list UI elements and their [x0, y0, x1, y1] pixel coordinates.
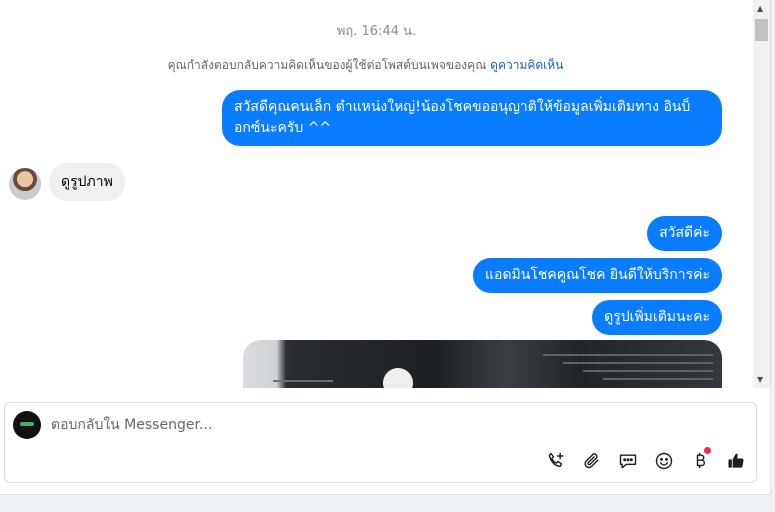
message-bubble-outgoing[interactable]: สวัสดีค่ะ	[647, 216, 722, 251]
smiley-icon[interactable]	[652, 449, 676, 473]
message-timestamp: พฤ. 16:44 น.	[336, 24, 417, 39]
scroll-up-icon[interactable]: ▲	[757, 4, 763, 13]
reply-input[interactable]	[51, 413, 651, 437]
chat-bubble-icon[interactable]	[616, 449, 640, 473]
message-text: สวัสดีค่ะ	[659, 225, 710, 241]
reply-composer	[4, 402, 757, 483]
phone-plus-icon[interactable]	[544, 449, 568, 473]
notice-text: คุณกำลังตอบกลับความคิดเห็นของผู้ใช้ต่อโพ…	[167, 58, 487, 72]
avatar[interactable]	[9, 168, 41, 200]
message-bubble-outgoing[interactable]: ดูรูปเพิ่มเติมนะคะ	[592, 300, 722, 335]
message-bubble-incoming[interactable]: ดูรูปภาพ	[49, 163, 125, 201]
thumbs-up-icon[interactable]	[724, 449, 748, 473]
message-photo[interactable]	[243, 340, 722, 388]
messenger-panel: พฤ. 16:44 น. คุณกำลังตอบกลับความคิดเห็นข…	[0, 0, 771, 495]
message-text: ดูรูปภาพ	[61, 174, 113, 190]
view-comment-link[interactable]: ดูความคิดเห็น	[490, 58, 563, 72]
reply-context-notice: คุณกำลังตอบกลับความคิดเห็นของผู้ใช้ต่อโพ…	[0, 56, 731, 75]
message-text: สวัสดีคุณคนเล็ก ตำแหน่งใหญ่!น้องโชคขออนุ…	[234, 99, 691, 136]
message-bubble-outgoing[interactable]: แอดมินโชคคูณโชค ยินดีให้บริการค่ะ	[473, 258, 722, 293]
page-avatar	[13, 411, 41, 439]
scroll-thumb[interactable]	[755, 19, 768, 41]
chat-thread[interactable]: พฤ. 16:44 น. คุณกำลังตอบกลับความคิดเห็นข…	[0, 0, 753, 388]
message-text: แอดมินโชคคูณโชค ยินดีให้บริการค่ะ	[485, 267, 710, 283]
message-text: ดูรูปเพิ่มเติมนะคะ	[604, 309, 710, 325]
message-bubble-outgoing[interactable]: สวัสดีคุณคนเล็ก ตำแหน่งใหญ่!น้องโชคขออนุ…	[222, 90, 722, 146]
scroll-down-icon[interactable]: ▼	[757, 375, 763, 384]
paperclip-icon[interactable]	[580, 449, 604, 473]
chat-scrollbar[interactable]: ▲ ▼	[753, 0, 770, 388]
notification-dot	[704, 447, 711, 454]
baht-icon[interactable]	[688, 447, 712, 473]
